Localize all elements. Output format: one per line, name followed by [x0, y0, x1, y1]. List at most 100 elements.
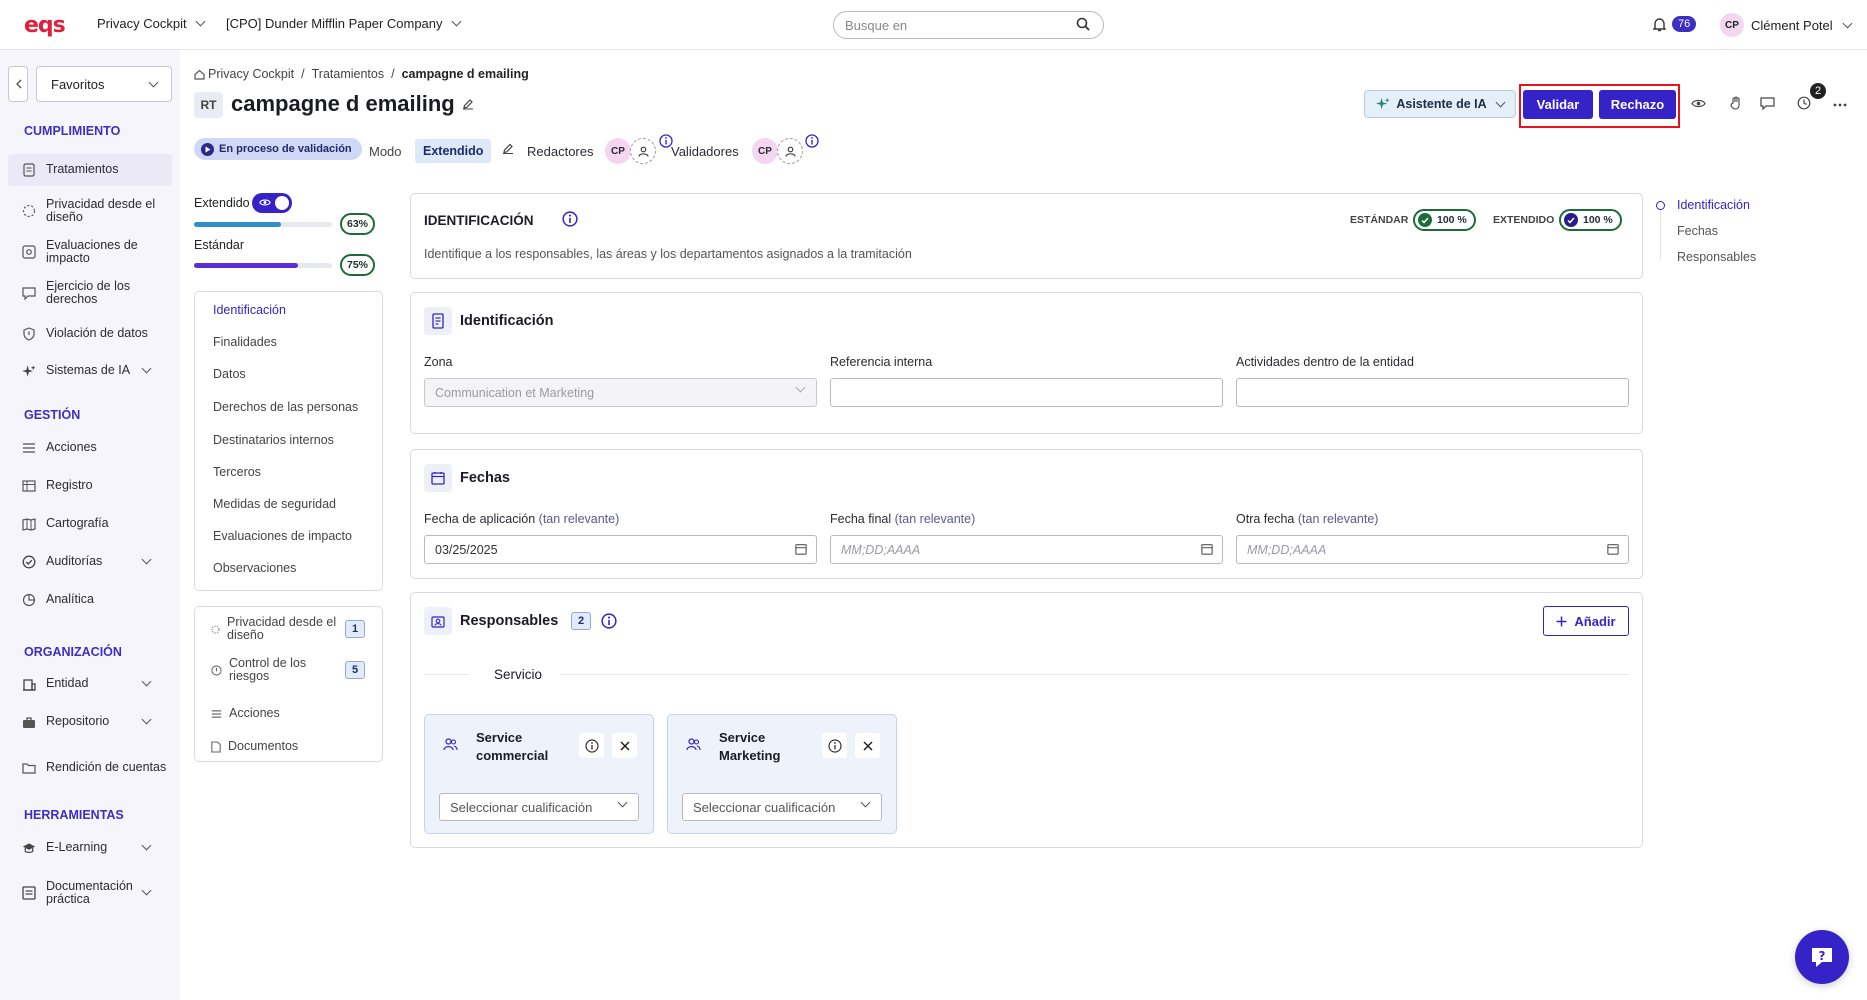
sidebar-collapse-button[interactable]: [8, 66, 28, 102]
sidebar-item-tratamientos[interactable]: Tratamientos: [8, 154, 172, 186]
reject-button[interactable]: Rechazo: [1599, 90, 1676, 119]
sidebar-item-acciones[interactable]: Acciones: [8, 439, 172, 457]
sidebar-item-ejercicio[interactable]: Ejercicio de los derechos: [8, 278, 172, 308]
nav-item-derechos[interactable]: Derechos de las personas: [213, 400, 358, 414]
chevron-down-icon: [1495, 97, 1506, 107]
nav-item-finalidades[interactable]: Finalidades: [213, 335, 277, 349]
company-switcher[interactable]: [CPO] Dunder Mifflin Paper Company: [226, 16, 461, 31]
nav-item-terceros[interactable]: Terceros: [213, 465, 261, 479]
info-icon: [827, 738, 842, 753]
calendar-icon[interactable]: [1607, 543, 1619, 555]
end-date-input[interactable]: [830, 535, 1223, 564]
user-menu[interactable]: CP Clément Potel: [1720, 13, 1853, 37]
nav-item-identificacion[interactable]: Identificación: [213, 303, 286, 317]
calendar-icon[interactable]: [795, 543, 807, 555]
eye-icon[interactable]: [1691, 98, 1706, 109]
toc-item-fechas[interactable]: Fechas: [1677, 224, 1718, 238]
toc-item-responsables[interactable]: Responsables: [1677, 250, 1756, 264]
history-icon[interactable]: [1797, 96, 1811, 110]
notification-count-badge[interactable]: 76: [1672, 16, 1697, 32]
nav-item-destinatarios[interactable]: Destinatarios internos: [213, 433, 334, 447]
favorites-dropdown[interactable]: Favoritos: [36, 66, 172, 102]
breadcrumb-separator: /: [391, 67, 395, 81]
other-date-input[interactable]: [1236, 535, 1629, 564]
calendar-icon[interactable]: [1201, 543, 1213, 555]
sidebar-item-evaluaciones[interactable]: Evaluaciones de impacto: [8, 237, 172, 267]
sidebar-item-rendicion[interactable]: Rendición de cuentas: [8, 753, 172, 783]
info-icon[interactable]: [601, 613, 617, 629]
chevron-down-icon: [141, 714, 152, 725]
edit-pencil-icon[interactable]: [462, 98, 474, 110]
validator-avatar[interactable]: CP: [752, 138, 778, 164]
qualification-select[interactable]: Seleccionar cualificación: [682, 793, 882, 821]
nav-item-medidas[interactable]: Medidas de seguridad: [213, 497, 336, 511]
add-editor-button[interactable]: [630, 138, 656, 164]
status-badge: En proceso de validación: [194, 138, 362, 160]
sidebar-item-auditorias[interactable]: Auditorías: [8, 553, 172, 571]
qualification-select[interactable]: Seleccionar cualificación: [439, 793, 639, 821]
activities-input[interactable]: [1236, 378, 1629, 407]
favorites-label: Favoritos: [51, 76, 105, 92]
responsables-title: Responsables: [460, 613, 559, 629]
sidebar-item-documentacion[interactable]: Documentación práctica: [8, 878, 172, 908]
service-info-button[interactable]: [579, 733, 604, 758]
sidebar-item-cartografia[interactable]: Cartografía: [8, 515, 172, 533]
sidebar-item-privacidad[interactable]: Privacidad desde el diseño: [8, 196, 172, 226]
sidebar-item-violacion[interactable]: Violación de datos: [8, 325, 172, 343]
hand-icon[interactable]: [1730, 96, 1741, 110]
mode-label: Modo: [369, 144, 402, 159]
sidebar-item-sistemas-ia[interactable]: Sistemas de IA: [8, 362, 172, 380]
relevance-note: (tan relevante): [1297, 512, 1379, 526]
chevron-down-icon: [141, 676, 152, 687]
sidebar-item-repositorio[interactable]: Repositorio: [8, 713, 172, 731]
breadcrumb-current: campagne d emailing: [401, 67, 529, 81]
sidebar-item-elearning[interactable]: E-Learning: [8, 839, 172, 857]
service-remove-button[interactable]: [855, 733, 880, 758]
check-icon: [1564, 213, 1578, 227]
info-icon[interactable]: [562, 211, 578, 227]
nav-item-evaluaciones[interactable]: Evaluaciones de impacto: [213, 529, 352, 543]
link-control-riesgos[interactable]: Control de los riesgos: [211, 656, 319, 683]
sidebar-item-registro[interactable]: Registro: [8, 477, 172, 495]
sidebar-item-label: Evaluaciones de impacto: [46, 237, 138, 265]
link-documentos[interactable]: Documentos: [211, 739, 298, 753]
user-icon: [637, 146, 649, 157]
module-switcher[interactable]: Privacy Cockpit: [97, 16, 206, 31]
breadcrumb-tratamientos[interactable]: Tratamientos: [312, 67, 384, 81]
breadcrumb-root[interactable]: Privacy Cockpit: [208, 67, 294, 81]
add-responsable-button[interactable]: Añadir: [1543, 606, 1629, 636]
search-input[interactable]: [833, 11, 1104, 39]
service-info-button[interactable]: [822, 733, 847, 758]
extended-completion-value: 100 %: [1583, 214, 1613, 226]
sidebar-item-entidad[interactable]: Entidad: [8, 675, 172, 693]
add-validator-button[interactable]: [777, 138, 803, 164]
standard-label: ESTÁNDAR: [1350, 214, 1409, 226]
application-date-input[interactable]: [424, 535, 817, 564]
breadcrumb-separator: /: [301, 67, 305, 81]
service-remove-button[interactable]: [612, 733, 637, 758]
editor-avatar[interactable]: CP: [605, 138, 631, 164]
more-options-icon[interactable]: [1833, 103, 1847, 107]
link-acciones[interactable]: Acciones: [211, 706, 280, 720]
standard-completion-badge: 100 %: [1413, 209, 1476, 231]
ai-assistant-button[interactable]: Asistente de IA: [1364, 90, 1516, 118]
nav-item-datos[interactable]: Datos: [213, 367, 246, 381]
comment-icon[interactable]: [1760, 96, 1775, 110]
sidebar-item-label: Documentación práctica: [46, 878, 133, 906]
help-chat-button[interactable]: ?: [1795, 930, 1849, 984]
bell-icon[interactable]: [1653, 17, 1666, 32]
link-privacidad[interactable]: Privacidad desde el diseño: [211, 615, 339, 642]
search-icon[interactable]: [1076, 17, 1090, 31]
mode-value[interactable]: Extendido: [415, 139, 492, 163]
internal-reference-input[interactable]: [830, 378, 1223, 407]
mode-toggle[interactable]: [252, 193, 292, 213]
home-icon[interactable]: [194, 69, 205, 80]
zone-value: Communication et Marketing: [435, 385, 595, 400]
info-icon[interactable]: [805, 134, 819, 148]
validate-button[interactable]: Validar: [1523, 90, 1593, 119]
nav-item-observaciones[interactable]: Observaciones: [213, 561, 296, 575]
eqs-logo[interactable]: eqs: [24, 13, 66, 38]
list-icon: [22, 441, 36, 455]
toc-item-identificacion[interactable]: Identificación: [1677, 198, 1750, 212]
sidebar-item-analitica[interactable]: Analítica: [8, 591, 172, 609]
